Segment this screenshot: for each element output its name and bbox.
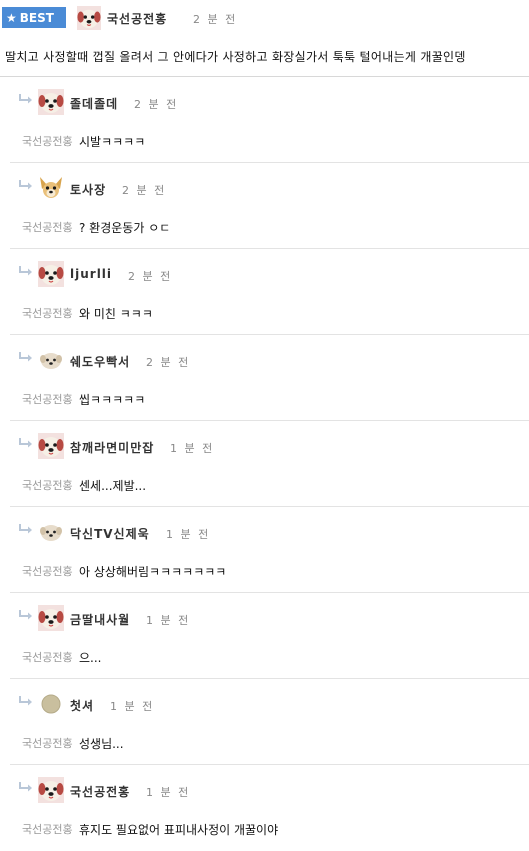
reply-quote-author[interactable]: 국선공전홍 (22, 219, 73, 235)
reply-quote-author[interactable]: 국선공전홍 (22, 477, 73, 493)
reply-item: 국선공전홍 1 분 전 국선공전홍 휴지도 필요없어 표피내사정이 개꿀이야 (0, 765, 529, 851)
best-badge-label: BEST (19, 10, 54, 25)
reply-arrow-icon (18, 781, 34, 793)
reply-arrow-icon (18, 437, 34, 449)
dog-avatar-icon[interactable] (38, 89, 64, 115)
reply-arrow-icon (18, 351, 34, 363)
reply-text: 성생님... (79, 737, 124, 751)
reply-time: 2 분 전 (128, 270, 173, 283)
reply-item: 닥신TV신제욱 1 분 전국선공전홍 아 상상해버림ㅋㅋㅋㅋㅋㅋㅋ (0, 507, 529, 593)
reply-item: ljurlli 2 분 전국선공전홍 와 미친 ㅋㅋㅋ (0, 249, 529, 335)
post-time: 2 분 전 (193, 13, 238, 26)
reply-item: 첫셔 1 분 전국선공전홍 성생님... (0, 679, 529, 765)
reply-time: 1 분 전 (146, 614, 191, 627)
reply-author[interactable]: 닥신TV신제욱 (70, 525, 150, 542)
reply-item: 참깨라면미만잡 1 분 전국선공전홍 센세...제발... (0, 421, 529, 507)
reply-item: 졸데졸데 2 분 전국선공전홍 시발ㅋㅋㅋㅋ (0, 77, 529, 163)
reply-arrow-icon (18, 523, 34, 535)
small-dog-avatar-icon[interactable] (38, 347, 64, 373)
reply-time: 2 분 전 (122, 184, 167, 197)
reply-text: 씹ㅋㅋㅋㅋㅋ (79, 393, 146, 407)
reply-quote-author[interactable]: 국선공전홍 (22, 821, 73, 837)
reply-arrow-icon (18, 265, 34, 277)
reply-quote-author[interactable]: 국선공전홍 (22, 133, 73, 149)
reply-time: 1 분 전 (146, 786, 191, 799)
chihuahua-avatar-icon[interactable] (38, 175, 64, 201)
reply-text: 시발ㅋㅋㅋㅋ (79, 135, 146, 149)
reply-item: 토사장 2 분 전국선공전홍 ? 환경운동가 ㅇㄷ (0, 163, 529, 249)
reply-arrow-icon (18, 609, 34, 621)
star-icon: ★ (6, 10, 17, 25)
dog-avatar-icon[interactable] (77, 6, 101, 30)
reply-text: 와 미친 ㅋㅋㅋ (79, 307, 153, 321)
reply-author[interactable]: 토사장 (70, 181, 106, 198)
reply-time: 1 분 전 (170, 442, 215, 455)
reply-item: 금딸내사월 1 분 전국선공전홍 으... (0, 593, 529, 679)
circle-avatar-icon[interactable] (38, 691, 64, 717)
reply-author[interactable]: 졸데졸데 (70, 95, 118, 112)
reply-text: 센세...제발... (79, 479, 147, 493)
best-post-header: ★ BEST 국선공전홍 2 분 전 (0, 0, 529, 36)
dog-avatar-icon[interactable] (38, 605, 64, 631)
reply-author[interactable]: 첫셔 (70, 697, 94, 714)
reply-text: 아 상상해버림ㅋㅋㅋㅋㅋㅋㅋ (79, 565, 227, 579)
dog-avatar-icon[interactable] (38, 777, 64, 803)
reply-arrow-icon (18, 93, 34, 105)
post-text: 딸치고 사정할때 껍질 올려서 그 안에다가 사정하고 화장실가서 툭툭 털어내… (5, 50, 466, 64)
reply-arrow-icon (18, 179, 34, 191)
dog-avatar-icon[interactable] (38, 261, 64, 287)
reply-time: 2 분 전 (134, 98, 179, 111)
reply-quote-author[interactable]: 국선공전홍 (22, 649, 73, 665)
reply-quote-author[interactable]: 국선공전홍 (22, 305, 73, 321)
reply-item: 쉐도우빡서 2 분 전국선공전홍 씹ㅋㅋㅋㅋㅋ (0, 335, 529, 421)
reply-time: 1 분 전 (166, 528, 211, 541)
reply-author[interactable]: 참깨라면미만잡 (70, 439, 154, 456)
reply-text: ? 환경운동가 ㅇㄷ (79, 221, 171, 235)
reply-quote-author[interactable]: 국선공전홍 (22, 391, 73, 407)
reply-text: 으... (79, 651, 102, 665)
reply-author[interactable]: 국선공전홍 (70, 783, 130, 800)
reply-quote-author[interactable]: 국선공전홍 (22, 735, 73, 751)
reply-time: 2 분 전 (146, 356, 191, 369)
reply-quote-author[interactable]: 국선공전홍 (22, 563, 73, 579)
reply-arrow-icon (18, 695, 34, 707)
reply-author[interactable]: 금딸내사월 (70, 611, 130, 628)
reply-text: 휴지도 필요없어 표피내사정이 개꿀이야 (79, 823, 279, 837)
reply-author[interactable]: ljurlli (70, 267, 112, 281)
dog-avatar-icon[interactable] (38, 433, 64, 459)
reply-time: 1 분 전 (110, 700, 155, 713)
best-badge: ★ BEST (2, 7, 66, 28)
small-dog-avatar-icon[interactable] (38, 519, 64, 545)
reply-author[interactable]: 쉐도우빡서 (70, 353, 130, 370)
post-author[interactable]: 국선공전홍 (107, 10, 167, 27)
